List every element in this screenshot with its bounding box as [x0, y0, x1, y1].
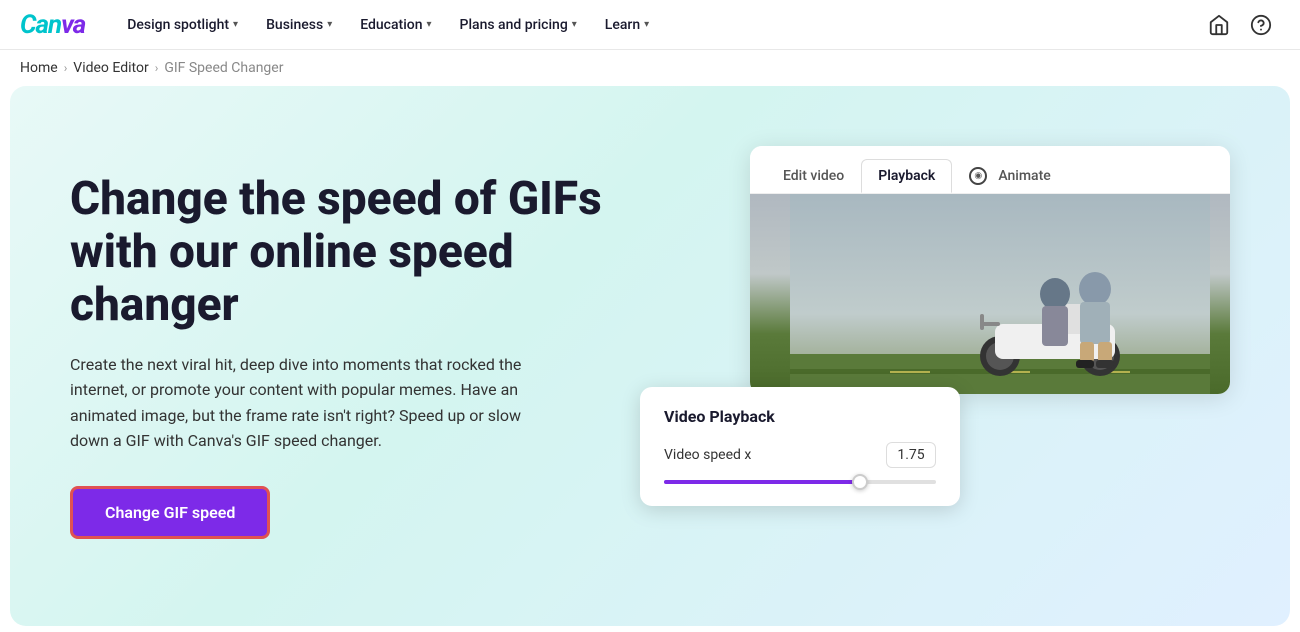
nav-item-learn[interactable]: Learn ▾ — [593, 11, 661, 39]
playback-card: Video Playback Video speed x 1.75 — [640, 387, 960, 506]
nav-item-plans-pricing[interactable]: Plans and pricing ▾ — [448, 11, 589, 39]
speed-row: Video speed x 1.75 — [664, 442, 936, 468]
tab-animate[interactable]: ◉ Animate — [952, 158, 1067, 194]
chevron-down-icon: ▾ — [327, 19, 332, 30]
editor-panel: Edit video Playback ◉ Animate — [750, 146, 1230, 394]
nav-icons — [1200, 6, 1280, 44]
tab-playback[interactable]: Playback — [861, 159, 952, 193]
navigation: Canva Design spotlight ▾ Business ▾ Educ… — [0, 0, 1300, 50]
breadcrumb: Home › Video Editor › GIF Speed Changer — [0, 50, 1300, 86]
hero-mockup: Edit video Playback ◉ Animate — [650, 126, 1230, 586]
change-gif-speed-button[interactable]: Change GIF speed — [70, 486, 270, 539]
breadcrumb-separator: › — [155, 61, 159, 75]
hero-section: Change the speed of GIFs with our online… — [10, 86, 1290, 626]
chevron-down-icon: ▾ — [427, 19, 432, 30]
slider-track — [664, 480, 936, 484]
scooter-illustration — [790, 194, 1210, 394]
help-icon — [1250, 14, 1272, 36]
nav-item-design-spotlight[interactable]: Design spotlight ▾ — [115, 11, 250, 39]
hero-content: Change the speed of GIFs with our online… — [70, 173, 610, 539]
animate-icon: ◉ — [969, 167, 987, 185]
breadcrumb-home[interactable]: Home — [20, 60, 58, 76]
home-icon — [1208, 14, 1230, 36]
slider-thumb[interactable] — [852, 474, 868, 490]
speed-value: 1.75 — [886, 442, 936, 468]
help-button[interactable] — [1242, 6, 1280, 44]
speed-slider[interactable] — [664, 480, 936, 486]
nav-item-business[interactable]: Business ▾ — [254, 11, 344, 39]
nav-item-education[interactable]: Education ▾ — [348, 11, 443, 39]
chevron-down-icon: ▾ — [644, 19, 649, 30]
chevron-down-icon: ▾ — [572, 19, 577, 30]
editor-image — [750, 194, 1230, 394]
playback-title: Video Playback — [664, 407, 936, 426]
breadcrumb-video-editor[interactable]: Video Editor — [73, 60, 148, 76]
chevron-down-icon: ▾ — [233, 19, 238, 30]
tab-edit-video[interactable]: Edit video — [766, 159, 861, 193]
home-button[interactable] — [1200, 6, 1238, 44]
slider-fill — [664, 480, 854, 484]
editor-tabs: Edit video Playback ◉ Animate — [750, 146, 1230, 194]
hero-description: Create the next viral hit, deep dive int… — [70, 352, 530, 454]
nav-links: Design spotlight ▾ Business ▾ Education … — [115, 11, 1200, 39]
breadcrumb-separator: › — [64, 61, 68, 75]
canva-logo[interactable]: Canva — [20, 10, 85, 40]
hero-title: Change the speed of GIFs with our online… — [70, 173, 610, 332]
speed-label: Video speed x — [664, 447, 751, 463]
breadcrumb-current: GIF Speed Changer — [164, 60, 283, 76]
